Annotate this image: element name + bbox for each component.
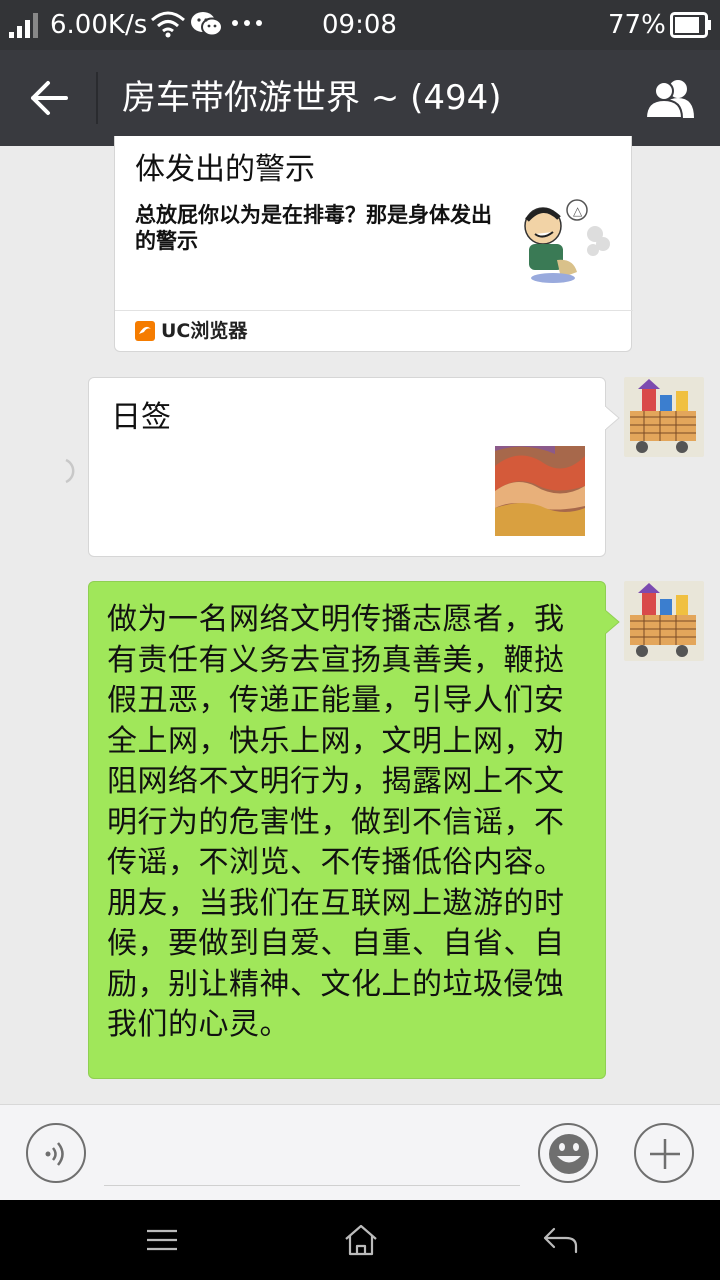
title-divider — [96, 72, 98, 124]
wechat-icon — [191, 12, 223, 37]
title-bar: 房车带你游世界 ~ (494) — [0, 50, 720, 146]
cartoon-thumbnail-image: △ — [517, 198, 613, 290]
voice-icon — [45, 1142, 64, 1166]
status-bar: 6.00K/s 09:08 77% — [0, 0, 720, 50]
group-members-icon[interactable] — [644, 78, 700, 118]
bubble-tail — [605, 610, 620, 634]
input-bar — [0, 1104, 720, 1201]
uc-browser-icon — [135, 321, 155, 341]
user-avatar[interactable] — [624, 377, 704, 457]
menu-icon[interactable] — [146, 1228, 178, 1252]
clock: 09:08 — [322, 10, 397, 40]
voice-input-button[interactable] — [26, 1123, 86, 1183]
battery-icon — [670, 12, 711, 38]
chat-title: 房车带你游世界 ~ (494) — [122, 78, 502, 118]
wifi-icon — [151, 11, 185, 38]
svg-text:△: △ — [573, 204, 583, 218]
landscape-thumbnail-image — [495, 446, 585, 536]
network-speed: 6.00K/s — [50, 10, 148, 40]
link-card[interactable]: 体发出的警示 总放屁你以为是在排毒？那是身体发出的警示 △ UC浏览器 — [114, 136, 633, 352]
back-arrow-icon[interactable] — [30, 80, 68, 116]
emoji-button[interactable] — [538, 1123, 598, 1183]
back-nav-icon[interactable] — [542, 1226, 578, 1254]
link-card-source: UC浏览器 — [161, 320, 248, 342]
message-input-field[interactable] — [104, 1185, 520, 1186]
battery-percent: 77% — [608, 10, 666, 40]
navigation-bar — [0, 1200, 720, 1280]
outgoing-link-card[interactable]: 日签 — [88, 377, 620, 557]
link-card-description: 总放屁你以为是在排毒？那是身体发出的警示 — [135, 203, 492, 253]
plus-icon — [650, 1139, 680, 1169]
outgoing-text-content: 做为一名网络文明传播志愿者，我有责任有义务去宣扬真善美，鞭挞假丑恶，传递正能量，… — [107, 602, 565, 1042]
link-card-divider — [115, 310, 633, 311]
sending-spinner-icon — [65, 458, 75, 484]
smiley-icon — [549, 1134, 589, 1174]
outgoing-text-bubble[interactable]: 做为一名网络文明传播志愿者，我有责任有义务去宣扬真善美，鞭挞假丑恶，传递正能量，… — [88, 581, 620, 1079]
home-icon[interactable] — [344, 1224, 378, 1256]
outgoing-link-card-title: 日签 — [111, 400, 171, 435]
link-card-title: 体发出的警示 — [135, 152, 315, 187]
signal-icon — [9, 13, 38, 38]
more-options-button[interactable] — [634, 1123, 694, 1183]
more-dots-icon — [232, 20, 262, 26]
bubble-tail — [605, 406, 620, 430]
user-avatar[interactable] — [624, 581, 704, 661]
